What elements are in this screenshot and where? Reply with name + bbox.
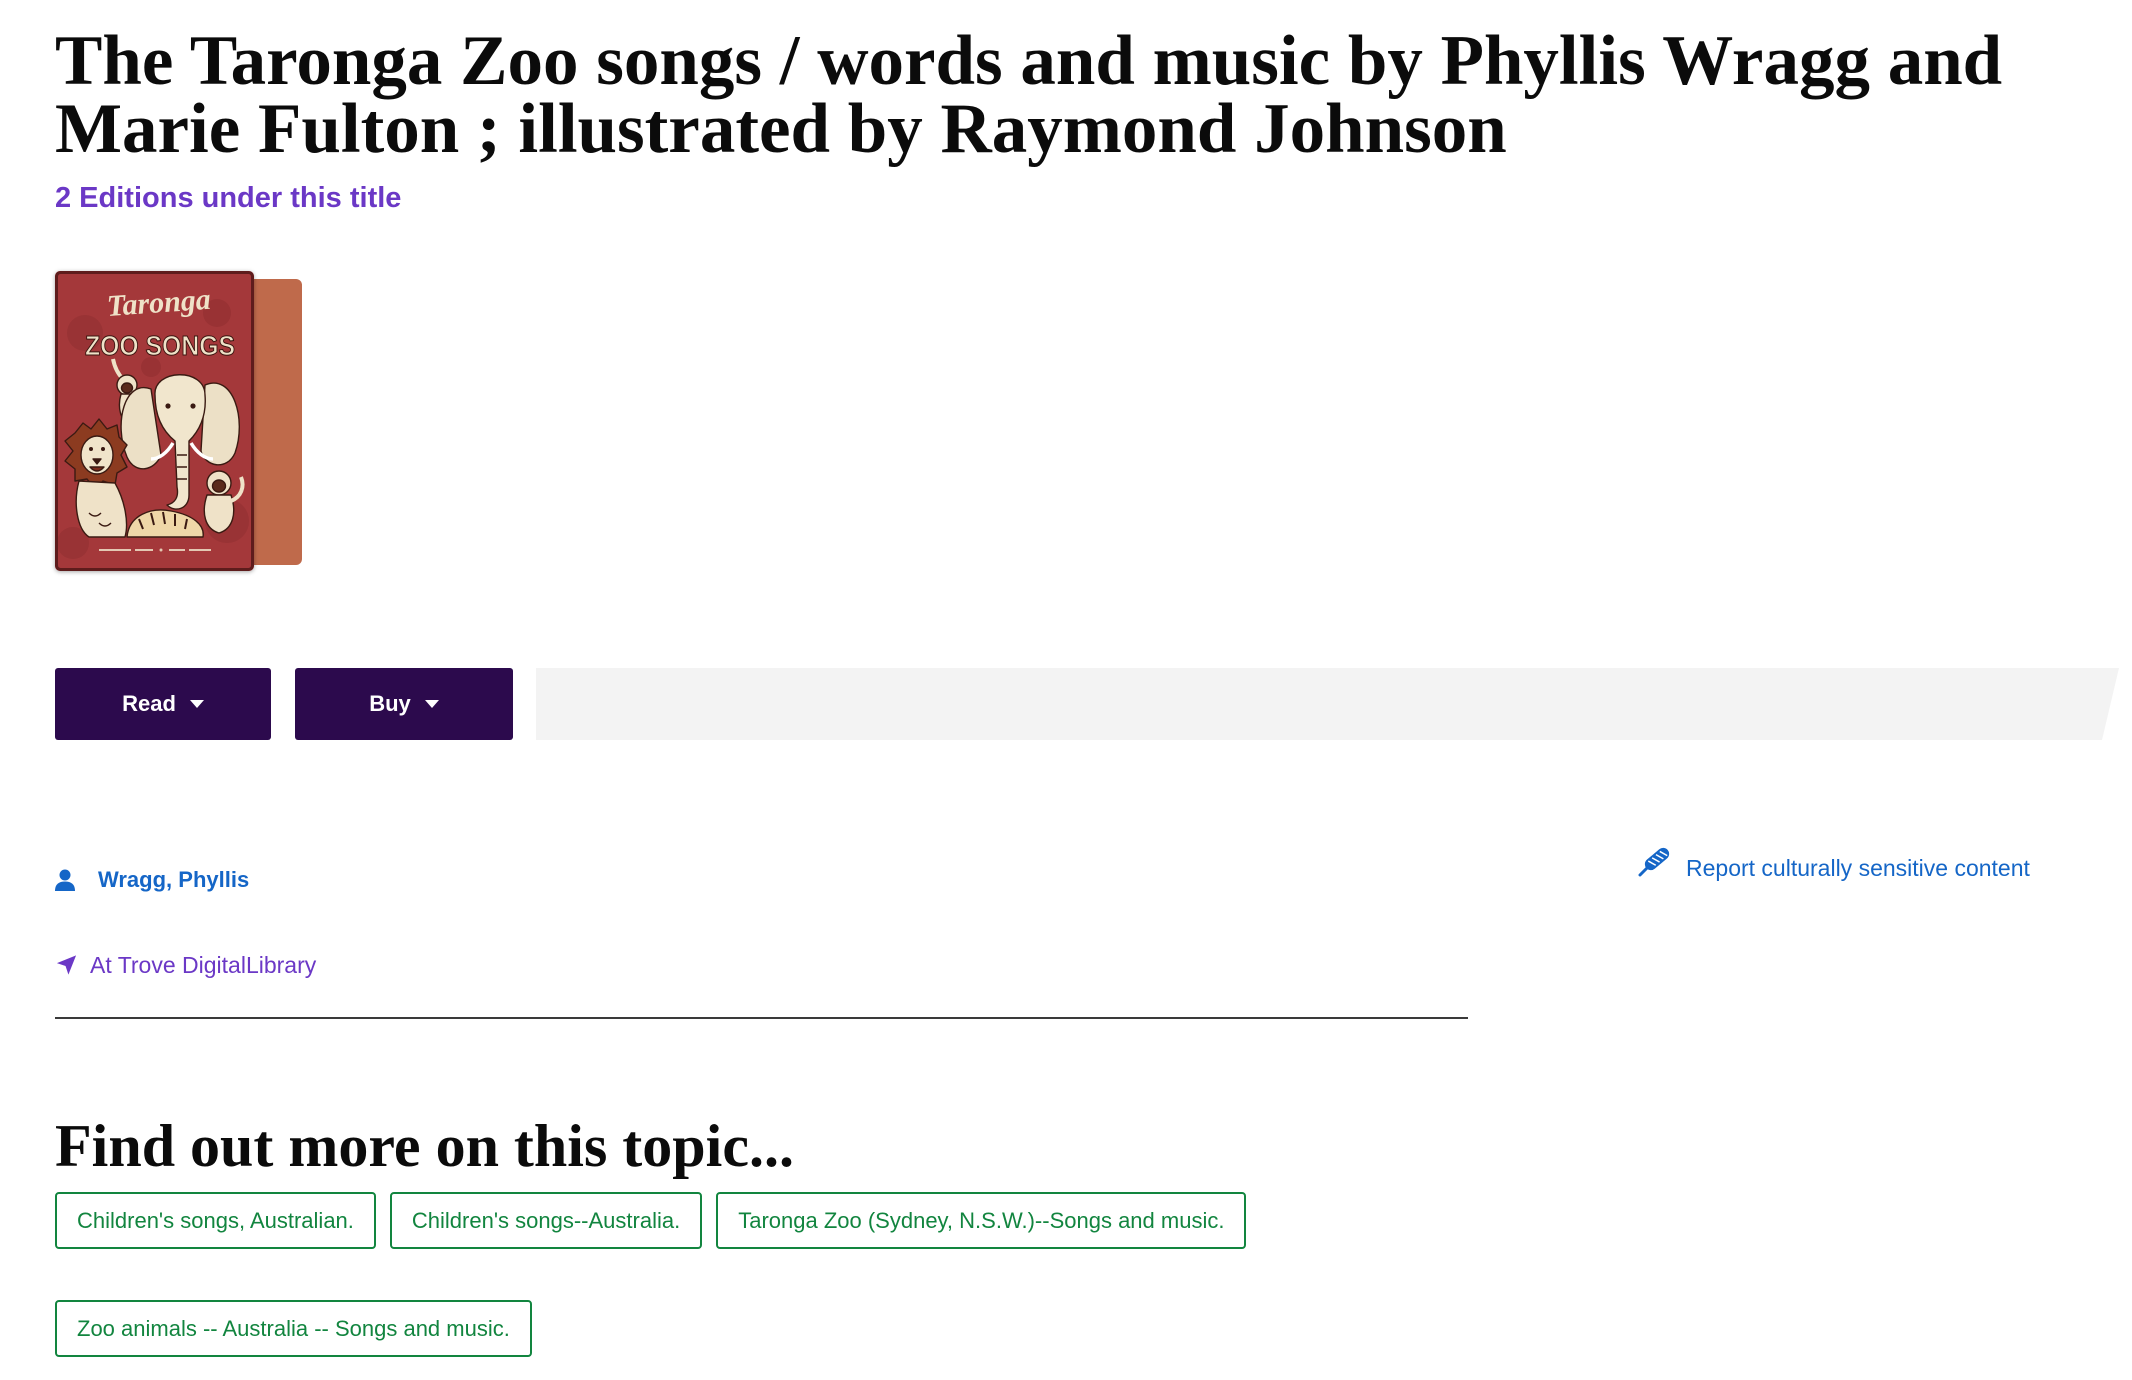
topic-tag[interactable]: Children's songs, Australian. xyxy=(55,1192,376,1249)
author-link[interactable]: Wragg, Phyllis xyxy=(55,866,249,894)
cover-stack[interactable]: Taronga ZOO SONGS xyxy=(55,271,302,571)
action-bar-placeholder xyxy=(536,668,2119,740)
report-culturally-sensitive-link[interactable]: Report culturally sensitive content xyxy=(1638,843,2030,882)
cover-illustration: Taronga ZOO SONGS xyxy=(55,271,254,571)
location-link[interactable]: At Trove DigitalLibrary xyxy=(55,951,316,979)
person-icon xyxy=(55,869,75,891)
location-arrow-icon xyxy=(55,953,78,977)
feather-icon xyxy=(1638,843,1674,877)
section-divider xyxy=(55,1017,1468,1019)
page-title: The Taronga Zoo songs / words and music … xyxy=(55,22,2003,168)
caret-down-icon xyxy=(424,700,439,708)
book-cover-image[interactable]: Taronga ZOO SONGS xyxy=(55,271,254,571)
cover-main-title: ZOO SONGS xyxy=(85,330,235,361)
author-name[interactable]: Wragg, Phyllis xyxy=(98,866,249,894)
read-button-label[interactable]: Read xyxy=(122,691,176,717)
caret-down-icon xyxy=(189,700,204,708)
location-label[interactable]: At Trove DigitalLibrary xyxy=(90,951,316,979)
buy-button[interactable]: Buy xyxy=(295,668,513,740)
editions-link[interactable]: 2 Editions under this title xyxy=(55,180,401,216)
topic-tags-row: Zoo animals -- Australia -- Songs and mu… xyxy=(55,1300,532,1357)
topic-tag[interactable]: Taronga Zoo (Sydney, N.S.W.)--Songs and … xyxy=(716,1192,1247,1249)
read-button[interactable]: Read xyxy=(55,668,271,740)
topic-tag[interactable]: Zoo animals -- Australia -- Songs and mu… xyxy=(55,1300,532,1357)
report-link-label[interactable]: Report culturally sensitive content xyxy=(1686,854,2030,882)
topic-tags-row: Children's songs, Australian. Children's… xyxy=(55,1192,1247,1249)
buy-button-label[interactable]: Buy xyxy=(369,691,411,717)
topic-tag[interactable]: Children's songs--Australia. xyxy=(389,1192,703,1249)
topics-heading: Find out more on this topic... xyxy=(55,1113,794,1179)
